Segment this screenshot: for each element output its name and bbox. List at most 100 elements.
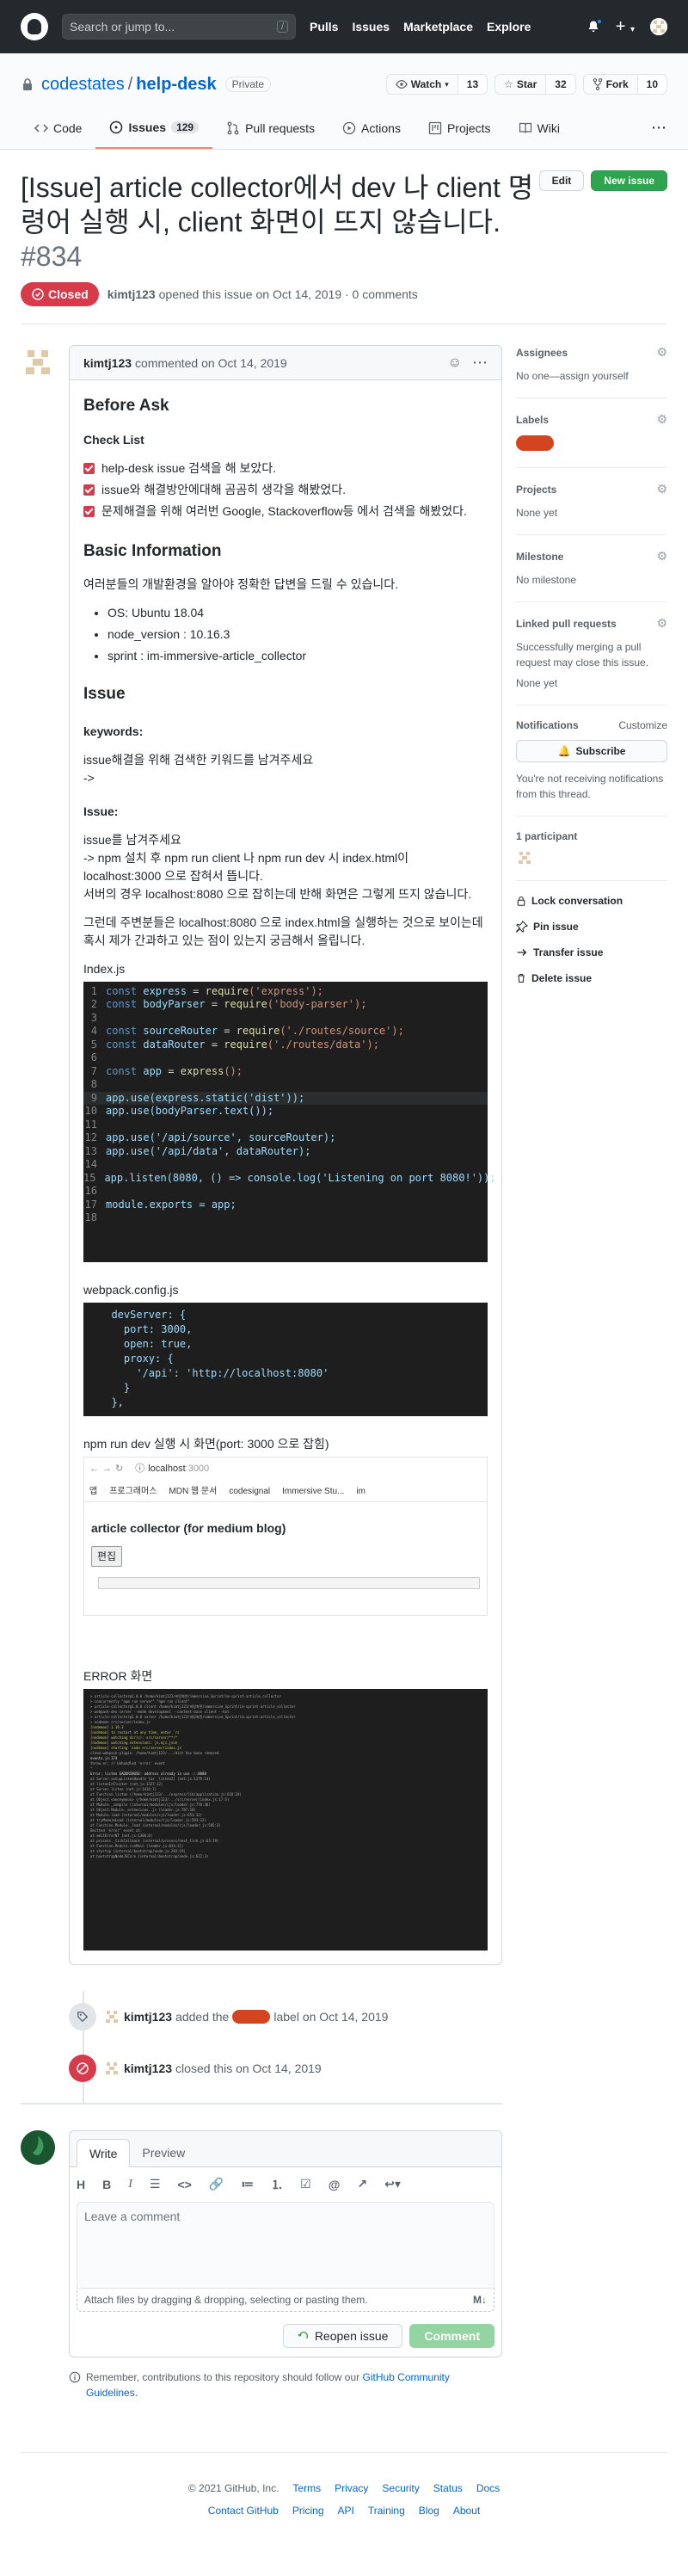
comment-author-link[interactable]: kimtj123 [83, 356, 132, 370]
footer-link[interactable]: Pricing [292, 2505, 324, 2517]
tab-pull-requests[interactable]: Pull requests [212, 112, 329, 149]
tab-write[interactable]: Write [77, 2138, 131, 2167]
event-author-avatar[interactable] [103, 2059, 120, 2077]
repo-owner-link[interactable]: codestates [41, 75, 125, 95]
assign-yourself-link[interactable]: No one—assign yourself [516, 368, 667, 384]
star-button[interactable]: ☆ Star [494, 74, 547, 95]
pin-issue-button[interactable]: Pin issue [516, 921, 667, 933]
lock-conversation-button[interactable]: Lock conversation [516, 895, 667, 907]
milestone-gear-icon[interactable]: ⚙ [656, 549, 667, 564]
event-author-link[interactable]: kimtj123 [124, 2010, 172, 2024]
issue-author-link[interactable]: kimtj123 [108, 287, 156, 301]
comment-author-avatar[interactable] [21, 345, 55, 379]
reply-icon[interactable]: ↩▾ [384, 2177, 401, 2191]
numbered-list-icon[interactable]: ⒈ [271, 2176, 283, 2193]
tab-actions[interactable]: Actions [329, 112, 415, 149]
label-badge[interactable] [232, 2009, 271, 2024]
fork-count[interactable]: 10 [637, 74, 667, 95]
nav-pulls[interactable]: Pulls [310, 20, 338, 34]
new-issue-button[interactable]: New issue [591, 170, 667, 191]
basic-info-list: OS: Ubuntu 18.04 node_version : 10.16.3 … [108, 604, 488, 665]
link-icon[interactable]: 🔗 [209, 2177, 224, 2191]
current-user-avatar[interactable] [21, 2129, 55, 2165]
projects-value: None yet [516, 507, 558, 519]
linked-prs-gear-icon[interactable]: ⚙ [656, 616, 667, 631]
webpack-caption: webpack.config.js [83, 1282, 179, 1297]
tab-issues[interactable]: Issues 129 [95, 112, 213, 149]
code-line: 9 app.use(express.static('dist')); [83, 1091, 488, 1105]
footer-link[interactable]: API [338, 2505, 354, 2517]
line-number: 5 [90, 1038, 97, 1051]
labels-gear-icon[interactable]: ⚙ [656, 412, 667, 427]
event-author-link[interactable]: kimtj123 [124, 2061, 172, 2075]
customize-link[interactable]: Customize [618, 719, 667, 731]
assignees-gear-icon[interactable]: ⚙ [656, 345, 667, 360]
webpack-config-code-screenshot: devServer: { port: 3000, open: true, pro… [83, 1302, 488, 1416]
tab-preview[interactable]: Preview [130, 2139, 197, 2166]
label-badge[interactable] [516, 435, 554, 451]
create-new-plus-icon[interactable]: + ▾ [616, 17, 635, 37]
footer-link[interactable]: Docs [476, 2482, 500, 2494]
code-text: app.use('/api/data', dataRouter); [106, 1144, 311, 1157]
participant-avatar[interactable] [516, 849, 533, 866]
nav-issues[interactable]: Issues [352, 20, 390, 34]
edit-title-button[interactable]: Edit [538, 170, 585, 191]
task-list-icon[interactable]: ☑ [300, 2177, 311, 2191]
tab-projects[interactable]: Projects [415, 112, 505, 149]
user-avatar[interactable] [650, 18, 667, 35]
event-author-avatar[interactable] [103, 2007, 120, 2025]
comment-body: Before Ask Check List help-desk issue 검색… [70, 380, 501, 1964]
footer-link[interactable]: About [453, 2505, 480, 2517]
comment-submit-button[interactable]: Comment [409, 2323, 494, 2348]
more-tabs-kebab-icon[interactable]: ⋯ [651, 112, 667, 149]
comment-options-kebab-icon[interactable]: ⋯ [472, 354, 488, 372]
nav-explore[interactable]: Explore [487, 20, 531, 34]
line-number: 13 [84, 1144, 97, 1157]
reopen-issue-button[interactable]: Reopen issue [282, 2323, 403, 2348]
line-number: 2 [90, 998, 97, 1010]
search-input[interactable]: Search or jump to... / [62, 14, 296, 40]
issue-description: issue를 남겨주세요 -> npm 설치 후 npm run client 나… [83, 832, 472, 901]
code-line: 8 [83, 1078, 488, 1092]
attach-files-area[interactable]: Attach files by dragging & dropping, sel… [77, 2287, 494, 2312]
bold-icon[interactable]: B [102, 2178, 111, 2191]
footer-link[interactable]: Security [382, 2482, 419, 2494]
notifications-bell-icon[interactable] [587, 18, 603, 34]
browser-address: localhost:3000 [148, 1464, 210, 1475]
transfer-issue-button[interactable]: Transfer issue [516, 946, 667, 958]
projects-gear-icon[interactable]: ⚙ [656, 482, 667, 496]
code-icon[interactable]: <> [177, 2178, 191, 2191]
subscribe-button[interactable]: 🔔 Subscribe [516, 740, 667, 762]
bullet-list-icon[interactable]: ≔ [241, 2177, 254, 2191]
checked-checkbox [83, 505, 95, 517]
projects-section: Projects ⚙ None yet [516, 468, 667, 535]
markdown-icon[interactable]: M↓ [473, 2294, 487, 2306]
footer-link[interactable]: Status [433, 2482, 463, 2494]
footer-link[interactable]: Privacy [335, 2482, 368, 2494]
delete-issue-button[interactable]: Delete issue [516, 972, 667, 984]
watch-button[interactable]: Watch ▾ [385, 74, 458, 95]
star-count[interactable]: 32 [546, 74, 576, 95]
tab-code[interactable]: Code [21, 112, 95, 149]
footer-link[interactable]: Contact GitHub [208, 2505, 279, 2517]
footer-link[interactable]: Training [368, 2505, 405, 2517]
comment-textarea[interactable]: Leave a comment [77, 2201, 494, 2288]
footer-link[interactable]: Blog [419, 2505, 439, 2517]
tab-wiki[interactable]: Wiki [505, 112, 574, 149]
mention-icon[interactable]: @ [329, 2178, 341, 2191]
reference-icon[interactable]: ↗ [357, 2177, 367, 2191]
fork-button[interactable]: Fork [582, 74, 638, 95]
footer-link[interactable]: Terms [292, 2482, 321, 2494]
heading-icon[interactable]: H [77, 2178, 85, 2191]
repo-name-link[interactable]: help-desk [136, 75, 216, 95]
github-logo-icon[interactable] [21, 13, 48, 40]
nav-marketplace[interactable]: Marketplace [403, 20, 473, 34]
checked-checkbox [83, 462, 95, 474]
quote-icon[interactable]: ☰ [150, 2177, 161, 2191]
italic-icon[interactable]: I [128, 2178, 132, 2191]
code-text: const bodyParser = require('body-parser'… [106, 998, 367, 1010]
watch-count[interactable]: 13 [458, 74, 488, 95]
comment-timestamp[interactable]: commented on Oct 14, 2019 [135, 356, 287, 370]
emoji-reaction-icon[interactable]: ☺ [448, 355, 462, 371]
contribution-reminder: Remember, contributions to this reposito… [69, 2370, 482, 2400]
